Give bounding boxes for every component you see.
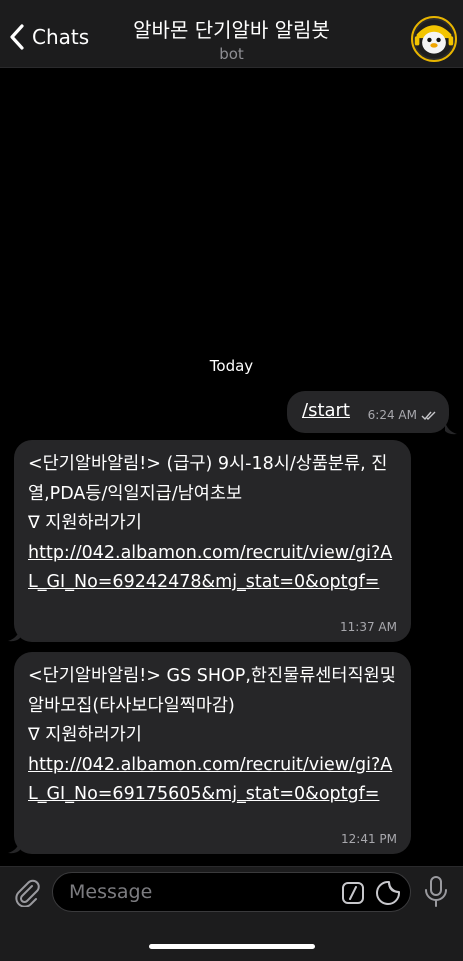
incoming-message[interactable]: <단기알바알림!> (급구) 9시-18시/상품분류, 진열,PDA등/익일지급… — [14, 440, 411, 642]
message-link[interactable]: http://042.albamon.com/recruit/view/gi?A… — [28, 755, 392, 805]
message-command-link[interactable]: /start — [302, 400, 350, 421]
bubble-tail — [445, 421, 457, 435]
message-text: <단기알바알림!> (급구) 9시-18시/상품분류, 진열,PDA등/익일지급… — [28, 450, 400, 598]
avatar[interactable] — [411, 16, 457, 62]
date-separator: Today — [209, 357, 254, 375]
message-text: <단기알바알림!> GS SHOP,한진물류센터직원및알바모집(타사보다일찍마감… — [28, 662, 400, 810]
bubble-tail — [8, 840, 20, 854]
bubble-tail — [8, 628, 20, 642]
penguin-avatar-icon — [414, 19, 454, 59]
incoming-message[interactable]: <단기알바알림!> GS SHOP,한진물류센터직원및알바모집(타사보다일찍마감… — [14, 652, 411, 854]
message-time: 6:24 AM — [367, 408, 417, 422]
message-apply-line: ∇ 지원하러가기 — [28, 725, 142, 745]
home-indicator[interactable] — [149, 944, 315, 949]
chat-title-area[interactable]: 알바몬 단기알바 알림봇 bot — [0, 14, 463, 63]
message-time: 12:41 PM — [341, 832, 397, 846]
message-body: <단기알바알림!> (급구) 9시-18시/상품분류, 진열,PDA등/익일지급… — [28, 454, 388, 504]
double-check-icon — [421, 411, 436, 420]
sticker-icon[interactable] — [375, 880, 401, 906]
chat-title: 알바몬 단기알바 알림봇 — [133, 18, 330, 42]
message-time: 11:37 AM — [340, 620, 397, 634]
message-input[interactable] — [69, 873, 329, 911]
message-input-box[interactable] — [52, 872, 411, 912]
message-link[interactable]: http://042.albamon.com/recruit/view/gi?A… — [28, 543, 392, 593]
outgoing-message[interactable]: /start 6:24 AM — [287, 391, 449, 433]
microphone-icon[interactable] — [423, 875, 449, 909]
chat-subtitle: bot — [219, 45, 244, 63]
message-body: <단기알바알림!> GS SHOP,한진물류센터직원및알바모집(타사보다일찍마감… — [28, 666, 396, 716]
paperclip-icon[interactable] — [12, 877, 42, 907]
chat-header: Chats 알바몬 단기알바 알림봇 bot — [0, 0, 463, 68]
message-apply-line: ∇ 지원하러가기 — [28, 513, 142, 533]
bot-command-icon[interactable] — [341, 881, 365, 905]
message-meta: 6:24 AM — [368, 408, 439, 422]
